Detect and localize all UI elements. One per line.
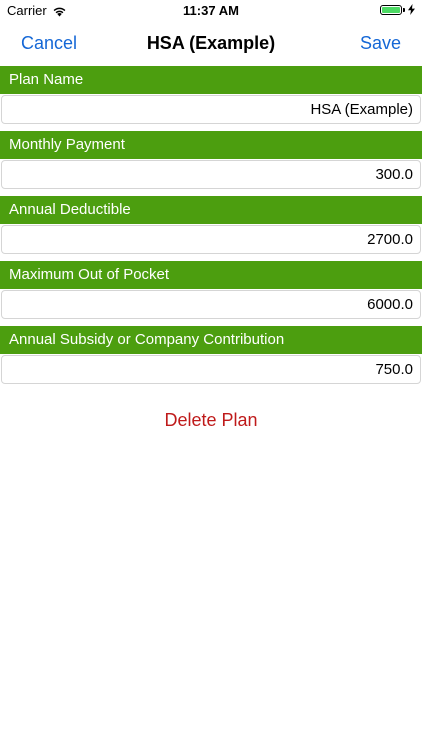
- charging-bolt-icon: [408, 4, 415, 15]
- battery-level: [382, 6, 400, 13]
- monthly-payment-field[interactable]: 300.0: [1, 160, 421, 189]
- plan-name-header: Plan Name: [0, 66, 422, 94]
- plan-name-field[interactable]: HSA (Example): [1, 95, 421, 124]
- battery-indicator: [380, 4, 415, 15]
- plan-form: Plan Name HSA (Example) Monthly Payment …: [0, 66, 422, 391]
- status-time: 11:37 AM: [183, 3, 239, 18]
- max-out-of-pocket-header: Maximum Out of Pocket: [0, 261, 422, 289]
- monthly-payment-header: Monthly Payment: [0, 131, 422, 159]
- annual-subsidy-header: Annual Subsidy or Company Contribution: [0, 326, 422, 354]
- status-bar: Carrier 11:37 AM: [0, 0, 422, 22]
- annual-subsidy-field[interactable]: 750.0: [1, 355, 421, 384]
- page-title: HSA (Example): [146, 33, 276, 53]
- delete-plan-button[interactable]: Delete Plan: [0, 410, 422, 431]
- battery-icon: [380, 4, 402, 15]
- annual-deductible-field[interactable]: 2700.0: [1, 225, 421, 254]
- battery-cap: [403, 7, 405, 12]
- navigation-bar: Cancel HSA (Example) Save: [0, 22, 422, 66]
- annual-deductible-header: Annual Deductible: [0, 196, 422, 224]
- max-out-of-pocket-field[interactable]: 6000.0: [1, 290, 421, 319]
- save-button[interactable]: Save: [360, 33, 401, 54]
